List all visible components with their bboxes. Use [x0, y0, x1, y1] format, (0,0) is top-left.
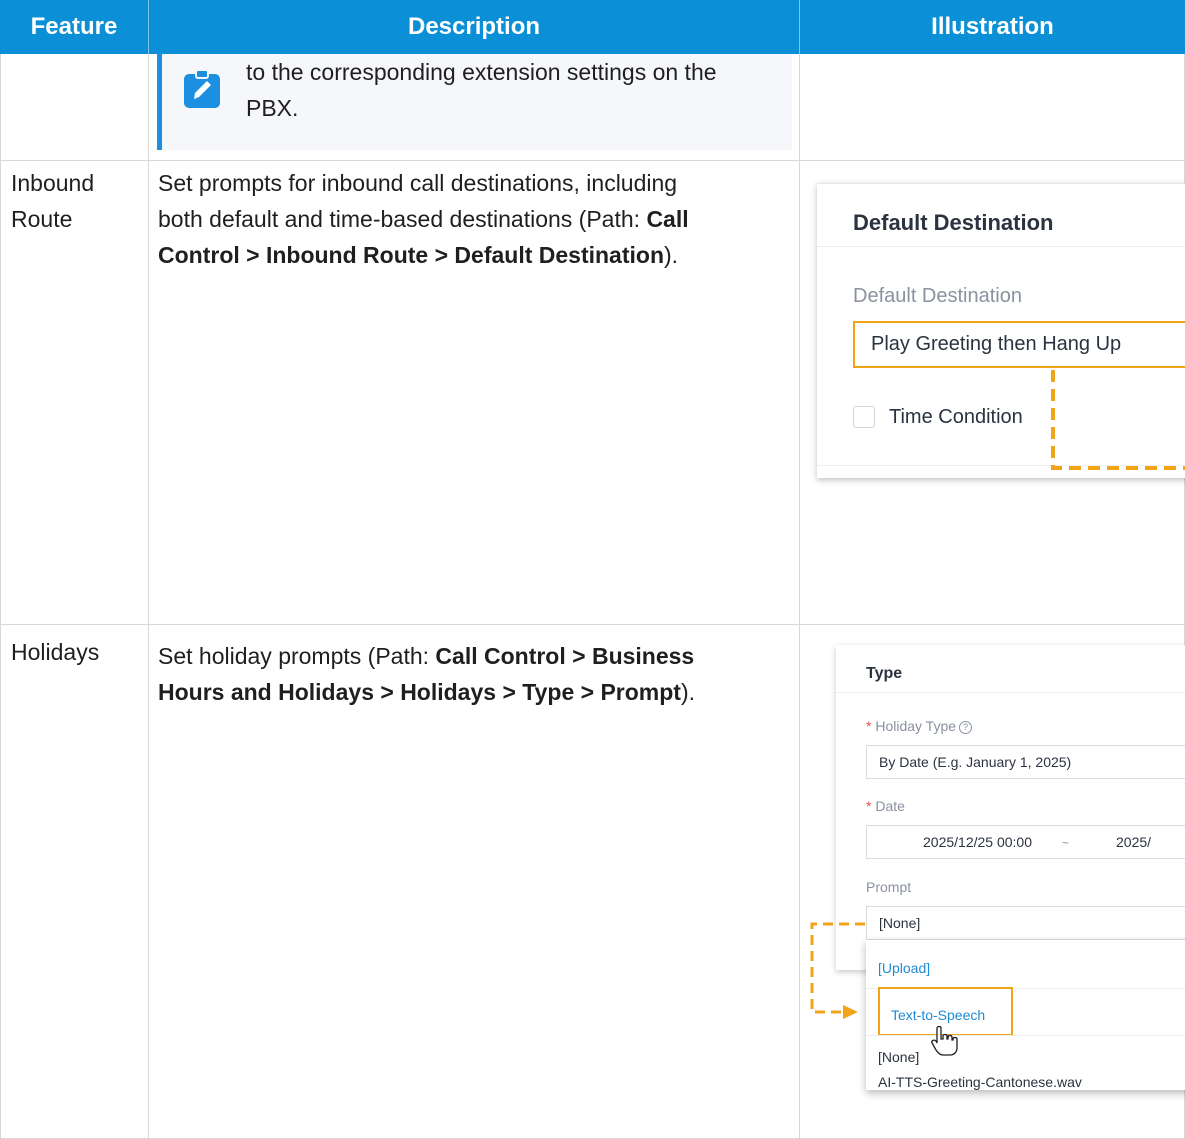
annotation-overlay [810, 370, 1185, 1056]
hand-cursor-icon [931, 1025, 958, 1056]
dashed-connector [1051, 370, 1185, 470]
dashed-connector [810, 922, 865, 1014]
feature-table: Feature Description Illustration to the … [0, 0, 1185, 1139]
arrow-head-icon [843, 1005, 858, 1019]
